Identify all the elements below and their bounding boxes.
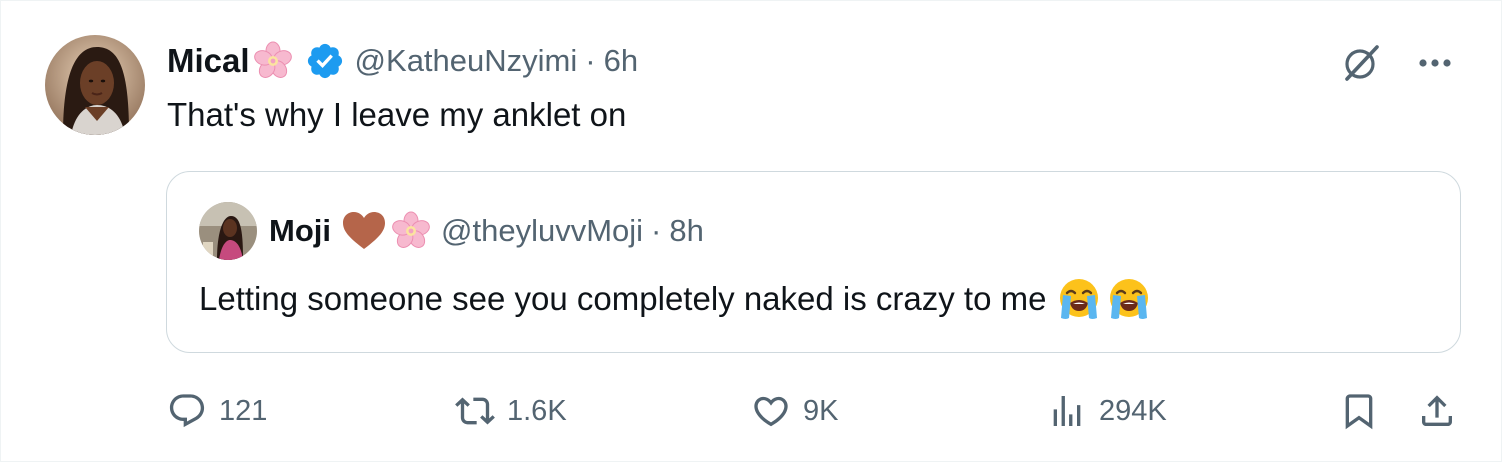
quoted-header-separator: · — [651, 213, 662, 248]
author-avatar[interactable] — [45, 35, 145, 135]
reply-icon — [169, 394, 205, 428]
quoted-text-row: Letting someone see you completely naked… — [199, 274, 1152, 324]
repost-count: 1.6K — [507, 394, 567, 427]
cherry-blossom-emoji-icon — [389, 209, 433, 253]
brown-heart-emoji-icon — [341, 211, 387, 251]
tweet-text: That's why I leave my anklet on — [167, 96, 627, 133]
loudly-crying-face-emoji-icon — [1106, 276, 1152, 322]
views-button[interactable]: 294K — [1047, 385, 1167, 437]
author-handle[interactable]: @KatheuNzyimi — [355, 43, 578, 79]
action-bar: 121 1.6K 9K 294K — [167, 385, 1461, 437]
quoted-text: Letting someone see you completely naked… — [199, 280, 1047, 317]
header-separator: · — [585, 43, 596, 78]
like-count: 9K — [803, 394, 839, 427]
repost-button[interactable]: 1.6K — [455, 385, 567, 437]
grok-icon[interactable] — [1339, 41, 1383, 85]
repost-icon — [455, 397, 495, 425]
bookmark-button[interactable] — [1339, 385, 1379, 437]
share-icon — [1422, 395, 1452, 426]
tweet-top-actions — [1339, 41, 1457, 85]
loudly-crying-face-emoji-icon — [1056, 276, 1102, 322]
reply-button[interactable]: 121 — [167, 385, 267, 437]
reply-count: 121 — [219, 394, 268, 427]
quoted-author-name[interactable]: Moji — [269, 213, 331, 249]
tweet-card[interactable]: Mical @KatheuNzyimi · 6h That's why I le… — [0, 0, 1502, 462]
tweet-header: Mical @KatheuNzyimi · 6h — [167, 39, 638, 83]
quoted-tweet[interactable]: Moji @theyluvvMoji · 8h Letting someone … — [166, 171, 1461, 353]
quoted-header: Moji @theyluvvMoji · 8h — [269, 208, 704, 254]
like-button[interactable]: 9K — [751, 385, 838, 437]
share-button[interactable] — [1417, 385, 1457, 437]
views-icon — [1053, 396, 1081, 426]
tweet-timestamp[interactable]: 6h — [604, 43, 638, 79]
quoted-author-avatar[interactable] — [199, 202, 257, 260]
cherry-blossom-emoji-icon — [251, 39, 295, 83]
heart-icon — [754, 396, 788, 427]
more-icon[interactable] — [1413, 41, 1457, 85]
bookmark-icon — [1345, 394, 1373, 430]
quoted-timestamp[interactable]: 8h — [669, 213, 703, 249]
verified-badge-icon[interactable] — [305, 41, 345, 81]
views-count: 294K — [1099, 394, 1167, 427]
quoted-author-handle[interactable]: @theyluvvMoji — [441, 213, 643, 249]
author-name[interactable]: Mical — [167, 42, 250, 80]
